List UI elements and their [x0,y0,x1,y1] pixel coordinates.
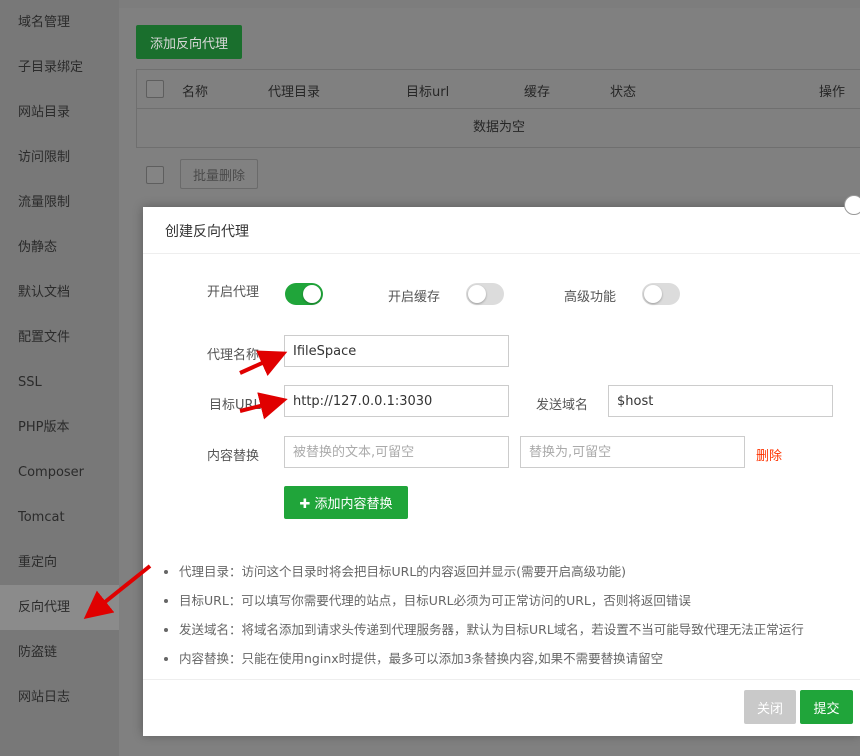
help-note-content-replace: 内容替换：只能在使用nginx时提供，最多可以添加3条替换内容,如果不需要替换请… [179,644,804,673]
proxy-name-label: 代理名称 [207,348,260,363]
sidebar-item-site-log[interactable]: 网站日志 [0,675,119,720]
sidebar-item-traffic-limit[interactable]: 流量限制 [0,180,119,225]
column-header-actions: 操作 [819,85,846,100]
enable-cache-toggle[interactable] [466,283,504,305]
proxy-table: 名称 代理目录 目标url 缓存 状态 操作 数据为空 [136,69,860,148]
send-domain-label: 发送域名 [536,398,589,413]
sidebar-item-redirect[interactable]: 重定向 [0,540,119,585]
enable-proxy-label: 开启代理 [207,285,260,300]
sidebar-item-ssl[interactable]: SSL [0,360,119,405]
help-note-send-domain: 发送域名：将域名添加到请求头传递到代理服务器，默认为目标URL域名，若设置不当可… [179,615,804,644]
table-empty-message: 数据为空 [472,120,525,135]
toggle-knob [468,285,486,303]
sidebar-item-default-document[interactable]: 默认文档 [0,270,119,315]
select-all-checkbox[interactable] [146,80,164,98]
sidebar-item-php-version[interactable]: PHP版本 [0,405,119,450]
toggle-knob [644,285,662,303]
sidebar-item-rewrite[interactable]: 伪静态 [0,225,119,270]
batch-select-checkbox[interactable] [146,166,164,184]
create-reverse-proxy-dialog: 创建反向代理 开启代理 开启缓存 高级功能 代理名称 目标URL 发送域名 内容… [143,195,860,736]
column-header-target-url: 目标url [406,85,450,100]
submit-button[interactable]: 提交 [800,690,853,724]
column-header-name: 名称 [182,85,209,100]
sidebar-item-subdirectory-binding[interactable]: 子目录绑定 [0,45,119,90]
dialog-title: 创建反向代理 [165,224,249,240]
sidebar-item-site-directory[interactable]: 网站目录 [0,90,119,135]
sidebar-item-access-limit[interactable]: 访问限制 [0,135,119,180]
plus-icon: ✚ [299,497,311,512]
sidebar-item-domain-management[interactable]: 域名管理 [0,0,119,45]
proxy-name-input[interactable] [284,335,509,367]
help-notes: 代理目录：访问这个目录时将会把目标URL的内容返回并显示(需要开启高级功能) 目… [163,557,804,673]
column-header-cache: 缓存 [524,85,551,100]
sidebar-item-composer[interactable]: Composer [0,450,119,495]
batch-delete-button[interactable]: 批量删除 [180,159,258,189]
toggle-knob [303,285,321,303]
add-reverse-proxy-button[interactable]: 添加反向代理 [136,25,242,59]
sidebar-item-config-file[interactable]: 配置文件 [0,315,119,360]
dialog-footer: 关闭 提交 [143,679,860,736]
table-header: 名称 代理目录 目标url 缓存 状态 操作 [137,70,860,109]
delete-replace-link[interactable]: 删除 [756,445,782,464]
column-header-proxy-dir: 代理目录 [268,85,321,100]
enable-proxy-toggle[interactable] [285,283,323,305]
content-replace-label: 内容替换 [207,449,260,464]
add-content-replace-label: 添加内容替换 [314,497,393,512]
column-header-status: 状态 [610,85,637,100]
sidebar: 域名管理 子目录绑定 网站目录 访问限制 流量限制 伪静态 默认文档 配置文件 … [0,0,119,756]
advanced-feature-toggle[interactable] [642,283,680,305]
sidebar-item-reverse-proxy[interactable]: 反向代理 [0,585,119,630]
send-domain-input[interactable] [608,385,833,417]
help-note-target-url: 目标URL：可以填写你需要代理的站点，目标URL必须为可正常访问的URL，否则将… [179,586,804,615]
replace-from-input[interactable] [284,436,509,468]
enable-cache-label: 开启缓存 [388,290,441,305]
sidebar-item-tomcat[interactable]: Tomcat [0,495,119,540]
dialog-header: 创建反向代理 [143,195,860,254]
help-note-proxy-dir: 代理目录：访问这个目录时将会把目标URL的内容返回并显示(需要开启高级功能) [179,557,804,586]
advanced-feature-label: 高级功能 [564,290,617,305]
target-url-input[interactable] [284,385,509,417]
target-url-label: 目标URL [209,398,261,413]
add-content-replace-button[interactable]: ✚ 添加内容替换 [284,486,408,519]
sidebar-item-hotlink-protection[interactable]: 防盗链 [0,630,119,675]
dialog-close-icon[interactable] [844,195,860,215]
close-button[interactable]: 关闭 [744,690,796,724]
replace-to-input[interactable] [520,436,745,468]
